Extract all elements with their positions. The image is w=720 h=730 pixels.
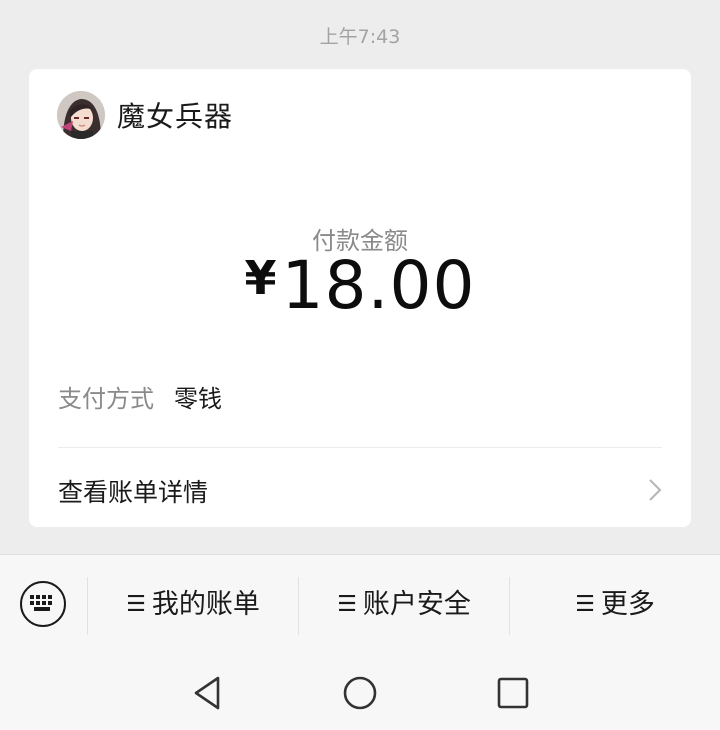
merchant-header[interactable]: 魔女兵器 [57,91,233,139]
menu-item-label: 账户安全 [362,589,471,620]
amount-display: ¥18.00 [29,247,691,324]
official-account-menu: ☰ 我的账单 ☰ 账户安全 ☰ 更多 [0,554,720,657]
keyboard-toggle-button[interactable] [20,581,66,627]
menu-icon: ☰ [337,592,357,617]
merchant-avatar[interactable] [57,91,105,139]
menu-icon: ☰ [126,592,146,617]
circle-home-icon[interactable] [341,674,379,712]
menu-item-more[interactable]: ☰ 更多 [510,585,720,625]
payment-method-row: 支付方式 零钱 [58,379,222,414]
square-recents-icon[interactable] [494,674,532,712]
payment-card[interactable]: 魔女兵器 付款金额 ¥18.00 支付方式 零钱 查看账单详情 [29,69,691,527]
view-bill-details-link[interactable]: 查看账单详情 [58,473,208,509]
currency-symbol: ¥ [244,251,278,305]
payment-method-value: 零钱 [174,385,222,413]
chevron-right-icon[interactable] [645,477,665,503]
system-navigation-bar [0,656,720,730]
menu-item-label: 我的账单 [151,589,260,620]
anime-girl-avatar-icon [57,91,105,139]
menu-item-label: 更多 [600,589,655,620]
message-timestamp: 上午7:43 [319,26,401,48]
keyboard-icon [30,595,52,611]
triangle-back-icon[interactable] [188,674,226,712]
card-divider [58,447,662,448]
menu-item-account-security[interactable]: ☰ 账户安全 [299,585,509,625]
menu-icon: ☰ [575,592,595,617]
payment-method-label: 支付方式 [58,385,154,413]
amount-value: 18.00 [281,247,476,324]
menu-item-my-bills[interactable]: ☰ 我的账单 [88,585,298,625]
merchant-name: 魔女兵器 [117,100,234,133]
